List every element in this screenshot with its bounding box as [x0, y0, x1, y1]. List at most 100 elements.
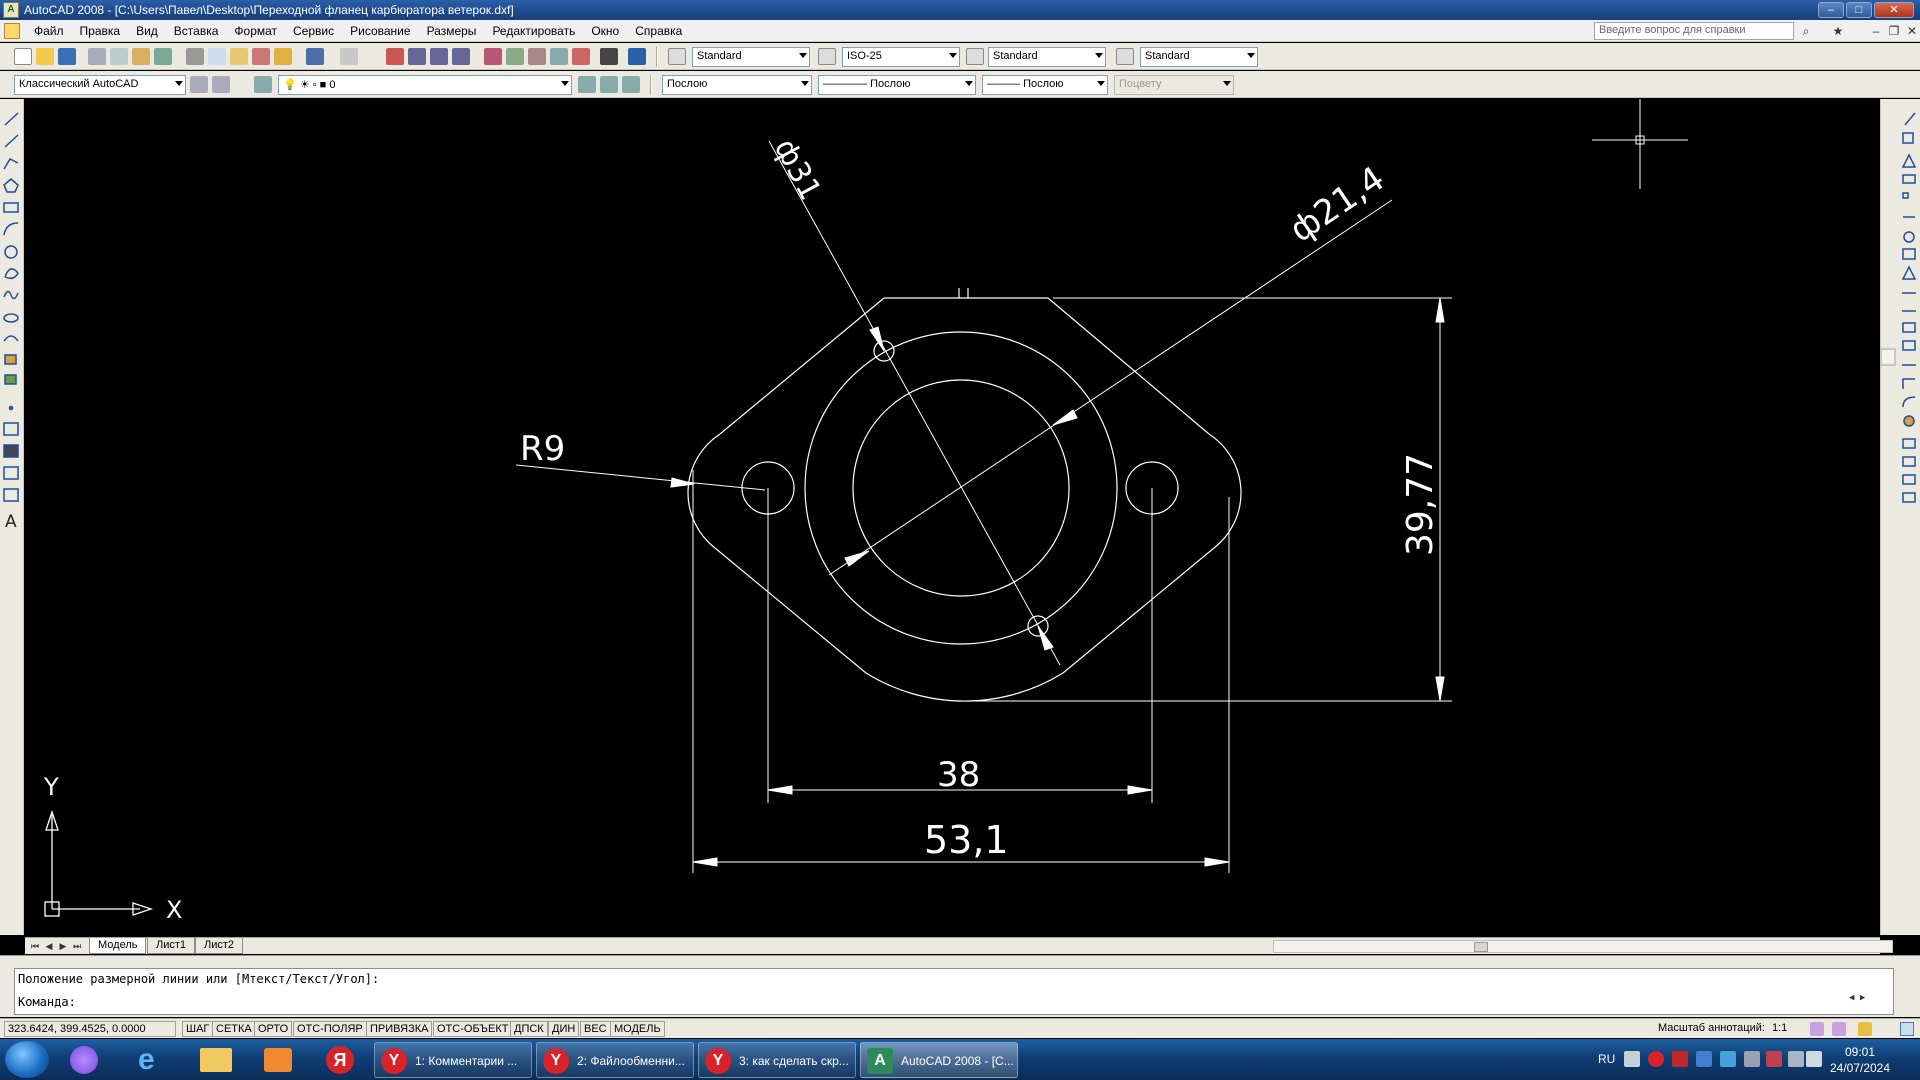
close-button[interactable]: ✕	[1874, 2, 1914, 18]
menu-dimension[interactable]: Размеры	[419, 24, 485, 38]
spline-icon[interactable]	[3, 290, 19, 300]
color-select[interactable]: Послою	[662, 75, 812, 95]
tool-palettes-icon[interactable]	[528, 48, 546, 65]
outer-bore-circle[interactable]	[804, 331, 1118, 645]
dim-style-select[interactable]: ISO-25	[842, 47, 960, 67]
search-icon[interactable]: ⌕	[1798, 23, 1814, 39]
menu-window[interactable]: Окно	[583, 24, 627, 38]
grid-button[interactable]: СЕТКА	[212, 1021, 256, 1037]
array-icon[interactable]	[1902, 192, 1909, 199]
ortho-button[interactable]: ОРТО	[254, 1021, 293, 1037]
annotation-scale-value[interactable]: 1:1	[1772, 1022, 1787, 1034]
zoom-realtime-icon[interactable]	[408, 48, 426, 65]
menu-help[interactable]: Справка	[627, 24, 690, 38]
tray-cut-icon[interactable]	[1744, 1051, 1760, 1067]
gradient-icon[interactable]	[3, 444, 19, 458]
command-scroll-arrows[interactable]: ◀ ▶	[1849, 993, 1893, 1011]
horizontal-scrollbar[interactable]	[1273, 940, 1893, 953]
annotation-visibility-icon[interactable]	[1810, 1022, 1824, 1036]
ellipse-icon[interactable]	[3, 313, 19, 323]
make-layer-current-icon[interactable]	[578, 76, 596, 93]
tray-volume-icon[interactable]	[1806, 1051, 1822, 1067]
rotate-icon[interactable]	[1903, 231, 1915, 243]
explorer-folder-icon[interactable]	[192, 1042, 240, 1077]
tab-first-button[interactable]: ⏮	[29, 940, 41, 953]
dyn-button[interactable]: ДИН	[548, 1021, 580, 1037]
fillet-icon[interactable]	[1902, 396, 1916, 408]
design-center-icon[interactable]	[506, 48, 524, 65]
block-editor-icon[interactable]	[274, 48, 292, 65]
point-icon[interactable]	[8, 405, 14, 411]
outline-bottom-arc[interactable]	[865, 672, 1064, 702]
menu-edit[interactable]: Правка	[72, 24, 129, 38]
tray-app-icon[interactable]	[1696, 1051, 1712, 1067]
dia-outer-text[interactable]: ф31	[767, 133, 828, 206]
help-icon[interactable]	[628, 48, 646, 65]
alice-icon[interactable]	[62, 1042, 110, 1077]
arc-icon[interactable]	[3, 222, 19, 236]
document-icon[interactable]	[4, 23, 20, 39]
redo-icon[interactable]	[340, 48, 358, 65]
break-at-point-icon[interactable]	[1902, 322, 1916, 333]
dim-style-icon[interactable]	[818, 48, 836, 65]
outline-right-lug-arc[interactable]	[1208, 433, 1242, 549]
task-yandex-2[interactable]: Y 2: Файлообменни...	[536, 1042, 694, 1078]
preview-icon[interactable]	[110, 48, 128, 65]
send-to-back-icon[interactable]	[1902, 474, 1916, 485]
task-yandex-3[interactable]: Y 3: как сделать скр...	[698, 1042, 856, 1078]
outline-upper-left-edge[interactable]	[719, 297, 885, 435]
holes-distance-text[interactable]: 38	[937, 755, 980, 795]
tab-next-button[interactable]: ▶	[57, 940, 69, 953]
layer-states-icon[interactable]	[622, 76, 640, 93]
insert-block-icon[interactable]	[4, 354, 17, 365]
zoom-window-icon[interactable]	[430, 48, 448, 65]
revision-cloud-icon[interactable]	[4, 268, 19, 280]
explode-icon[interactable]	[1903, 415, 1915, 427]
polygon-icon[interactable]	[3, 178, 19, 193]
layer-manager-icon[interactable]	[254, 76, 272, 93]
text-style-select[interactable]: Standard	[692, 47, 810, 67]
overall-width-text[interactable]: 53,1	[924, 818, 1009, 862]
media-player-icon[interactable]	[254, 1042, 302, 1077]
model-space-canvas[interactable]: ф31 ф21,4 R9 39,77 38 53,1 Y X	[25, 99, 1878, 937]
undo-icon[interactable]	[306, 48, 324, 65]
save-icon[interactable]	[58, 48, 76, 65]
coordinates-display[interactable]: 323.6424, 399.4525, 0.0000	[4, 1021, 176, 1037]
tray-acrobat-icon[interactable]	[1672, 1051, 1688, 1067]
workspace-select[interactable]: Классический AutoCAD	[14, 75, 186, 95]
my-workspace-icon[interactable]	[212, 76, 230, 93]
autocad-app-icon[interactable]: A	[3, 2, 19, 18]
open-icon[interactable]	[36, 48, 54, 65]
table-style-select[interactable]: Standard	[988, 47, 1106, 67]
tray-network-app-icon[interactable]	[1720, 1051, 1736, 1067]
tray-network-icon[interactable]	[1788, 1051, 1804, 1067]
menu-tools[interactable]: Сервис	[285, 24, 342, 38]
command-prompt[interactable]: Команда:	[18, 995, 76, 1009]
make-block-icon[interactable]	[4, 374, 17, 385]
yandex-browser-icon[interactable]: Я	[316, 1042, 364, 1077]
inner-bore-circle[interactable]	[852, 379, 1070, 597]
menu-view[interactable]: Вид	[128, 24, 166, 38]
table-icon[interactable]	[3, 488, 19, 502]
circle-icon[interactable]	[4, 245, 18, 259]
tray-pen-icon[interactable]	[1624, 1051, 1640, 1067]
construction-line-icon[interactable]	[4, 134, 19, 148]
dia-outer-leader[interactable]	[768, 140, 1061, 666]
stretch-icon[interactable]	[1901, 265, 1917, 280]
task-autocad[interactable]: A AutoCAD 2008 - [C...	[860, 1042, 1018, 1078]
ducs-button[interactable]: ДПСК	[510, 1021, 548, 1037]
chamfer-icon[interactable]	[1902, 378, 1915, 389]
line-icon[interactable]	[4, 112, 19, 126]
layer-previous-icon[interactable]	[600, 76, 618, 93]
workspace-settings-icon[interactable]	[190, 76, 208, 93]
radius-text[interactable]: R9	[520, 429, 565, 469]
command-line[interactable]: Положение размерной линии или [Мтекст/Те…	[14, 968, 1894, 1015]
mleader-style-select[interactable]: Standard	[1140, 47, 1258, 67]
tab-layout2[interactable]: Лист2	[195, 938, 244, 954]
region-icon[interactable]	[3, 466, 19, 480]
erase-icon[interactable]	[1904, 112, 1916, 126]
3d-dwf-icon[interactable]	[154, 48, 172, 65]
bring-above-icon[interactable]	[1902, 492, 1916, 503]
horizontal-scrollbar-thumb[interactable]	[1474, 942, 1488, 952]
paste-icon[interactable]	[230, 48, 248, 65]
